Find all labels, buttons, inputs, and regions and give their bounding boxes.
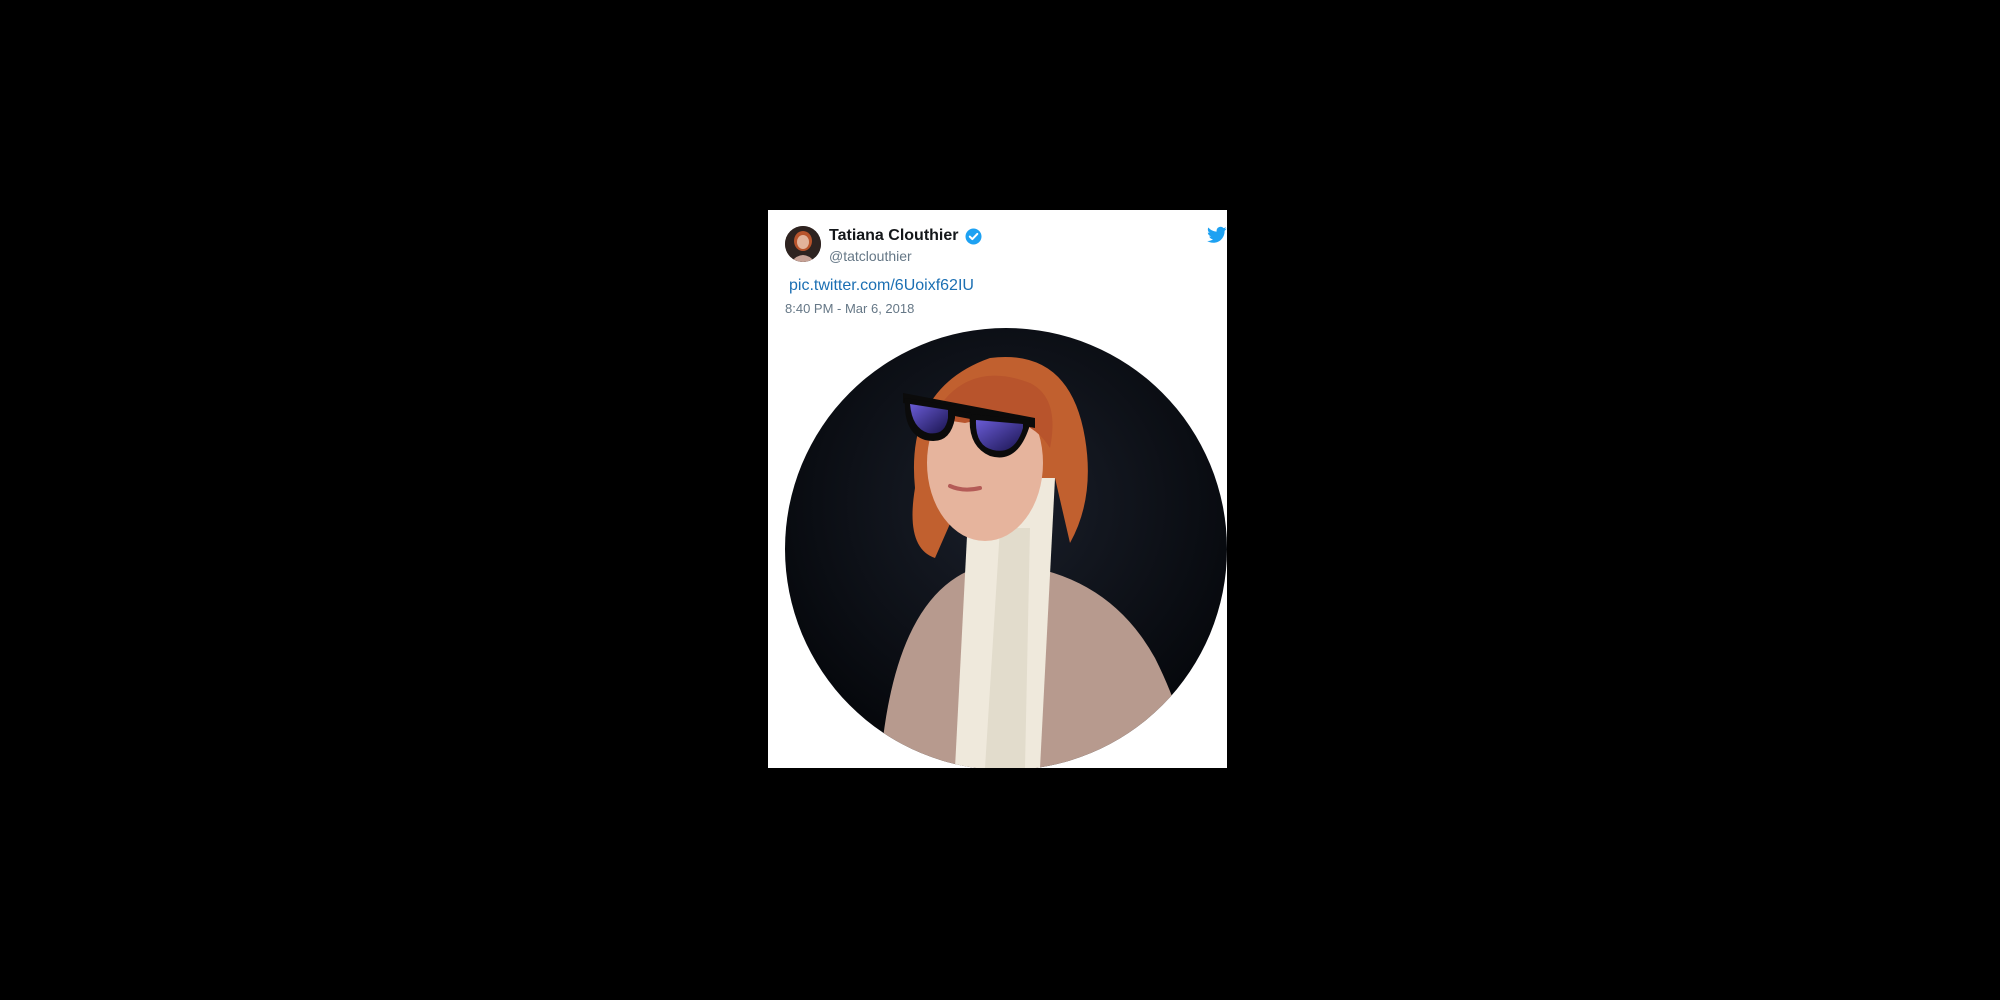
tweet-card: Tatiana Clouthier @tatclouthier pic.twit… bbox=[768, 210, 1227, 768]
tweet-timestamp[interactable]: 8:40 PM - Mar 6, 2018 bbox=[785, 300, 914, 318]
twitter-bird-icon[interactable] bbox=[1207, 226, 1227, 244]
author-handle[interactable]: @tatclouthier bbox=[829, 247, 912, 265]
avatar[interactable] bbox=[785, 226, 821, 262]
avatar-image bbox=[785, 226, 821, 262]
verified-badge-icon bbox=[965, 228, 982, 245]
tweet-media-image[interactable] bbox=[785, 328, 1227, 768]
author-name-row: Tatiana Clouthier bbox=[829, 226, 982, 246]
author-display-name[interactable]: Tatiana Clouthier bbox=[829, 226, 959, 246]
tweet-media-link[interactable]: pic.twitter.com/6Uoixf62IU bbox=[789, 276, 974, 296]
